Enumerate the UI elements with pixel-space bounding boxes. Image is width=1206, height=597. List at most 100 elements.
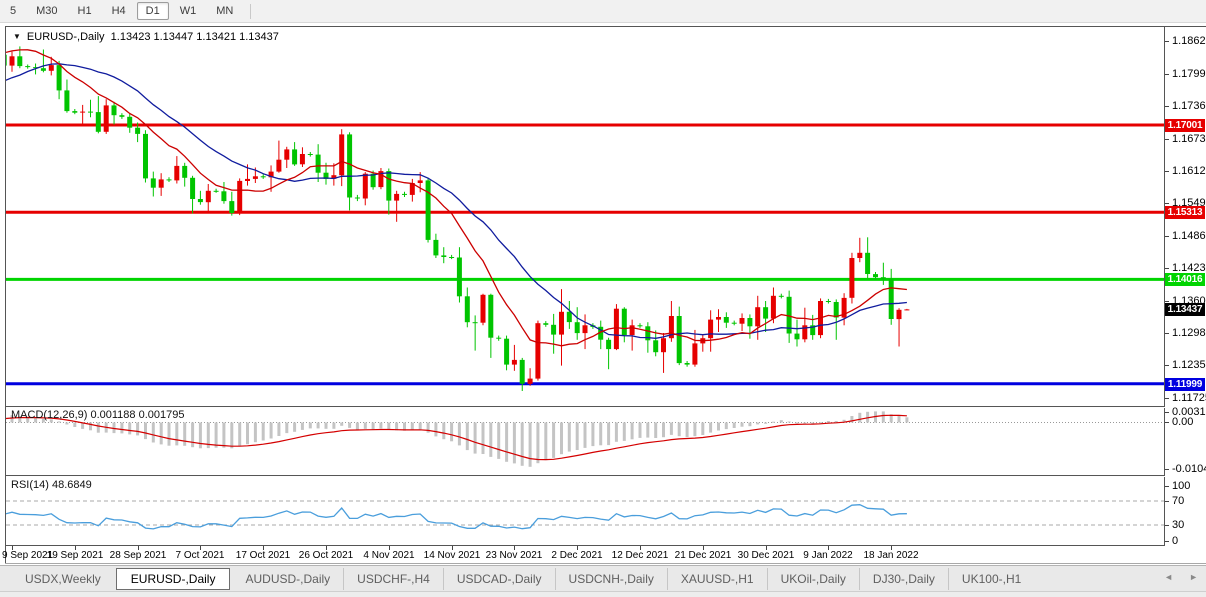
macd-bar	[599, 423, 602, 446]
macd-bar	[65, 423, 68, 425]
candle-body	[904, 309, 909, 310]
timeframe-button-d1[interactable]: D1	[137, 2, 169, 20]
price-label-tick	[1165, 301, 1169, 302]
chart-tab-usdx-weekly[interactable]: USDX,Weekly	[12, 568, 114, 590]
macd-bar	[646, 423, 649, 438]
candle-body	[543, 323, 548, 325]
macd-bar	[73, 423, 76, 428]
candle-body	[371, 174, 376, 188]
macd-bar	[144, 423, 147, 440]
date-label: 14 Nov 2021	[424, 550, 481, 561]
macd-axis-label-tick	[1165, 422, 1169, 423]
macd-bar	[191, 423, 194, 448]
macd-bar	[419, 423, 422, 430]
candle-body	[229, 201, 234, 213]
candle-body	[198, 199, 203, 202]
macd-bar	[175, 423, 178, 446]
tab-scroll-right-icon[interactable]: ►	[1189, 572, 1198, 582]
timeframe-button-m30[interactable]: M30	[27, 2, 66, 20]
candle-body	[606, 340, 611, 349]
window-border-bottom	[5, 563, 1206, 564]
candle-body	[363, 174, 368, 199]
candle-body	[724, 317, 729, 323]
timeframe-button-5[interactable]: 5	[1, 2, 25, 20]
candle-body	[276, 160, 281, 172]
macd-bar	[246, 423, 249, 445]
chart-tab-usdcnh-daily[interactable]: USDCNH-,Daily	[555, 568, 667, 590]
candle-body	[897, 310, 902, 319]
candle-body	[653, 340, 658, 352]
chart-tab-ukoil-daily[interactable]: UKOil-,Daily	[767, 568, 859, 590]
price-label: 1.16120	[1172, 165, 1206, 177]
macd-bar	[183, 423, 186, 446]
candle-body	[316, 155, 321, 173]
candle-body	[465, 296, 470, 322]
candle-body	[221, 191, 226, 201]
timeframe-button-w1[interactable]: W1	[171, 2, 206, 20]
macd-bar	[199, 423, 202, 449]
candle-body	[237, 181, 242, 213]
macd-bar	[356, 423, 359, 430]
timeframe-toolbar: 5M30H1H4D1W1MN	[0, 0, 1206, 23]
timeframe-button-h1[interactable]: H1	[69, 2, 101, 20]
macd-bar	[678, 423, 681, 437]
macd-bar	[364, 423, 367, 429]
candle-body	[80, 112, 85, 113]
macd-bar	[332, 423, 335, 429]
timeframe-button-h4[interactable]: H4	[103, 2, 135, 20]
candle-body	[449, 257, 454, 258]
candle-body	[253, 176, 258, 179]
rsi-canvas[interactable]	[6, 477, 1164, 545]
candle-body	[441, 255, 446, 257]
macd-bar	[686, 423, 689, 438]
macd-bar	[340, 423, 343, 426]
macd-bar	[411, 423, 414, 431]
macd-axis-label: 0.00	[1172, 416, 1193, 428]
macd-bar	[552, 423, 555, 458]
macd-bar	[568, 423, 571, 452]
symbol-dropdown-icon[interactable]: ▼	[13, 32, 21, 41]
tab-scroll-left-icon[interactable]: ◄	[1164, 572, 1173, 582]
candle-body	[488, 295, 493, 338]
chart-tab-xauusd-h1[interactable]: XAUUSD-,H1	[667, 568, 767, 590]
main-chart-canvas[interactable]	[6, 27, 1164, 406]
candle-body	[732, 323, 737, 324]
price-scale[interactable]: 1.186251.179951.173651.167351.161201.154…	[1165, 27, 1206, 563]
date-label: 17 Oct 2021	[236, 550, 290, 561]
chart-tab-dj30-daily[interactable]: DJ30-,Daily	[859, 568, 948, 590]
candle-body	[174, 166, 179, 181]
chart-tab-usdcad-daily[interactable]: USDCAD-,Daily	[443, 568, 555, 590]
chart-tab-uk100-h1[interactable]: UK100-,H1	[948, 568, 1034, 590]
macd-bar	[120, 423, 123, 434]
timeframe-button-mn[interactable]: MN	[207, 2, 242, 20]
macd-bar	[536, 423, 539, 464]
candle-body	[622, 309, 627, 335]
candle-body	[355, 198, 360, 199]
tab-scroll-arrows: ◄ ►	[1164, 572, 1198, 582]
candle-body	[771, 296, 776, 319]
chart-tab-audusd-daily[interactable]: AUDUSD-,Daily	[232, 568, 343, 590]
candle-body	[481, 295, 486, 323]
date-axis[interactable]: 9 Sep 202119 Sep 202128 Sep 20217 Oct 20…	[6, 546, 1164, 563]
price-label-tick	[1165, 236, 1169, 237]
macd-bar	[764, 423, 767, 424]
macd-bar	[607, 423, 610, 446]
price-badge-1.15313: 1.15313	[1165, 206, 1205, 219]
price-label: 1.12985	[1172, 327, 1206, 339]
date-label: 2 Dec 2021	[551, 550, 602, 561]
macd-bar	[372, 423, 375, 430]
candle-body	[763, 307, 768, 318]
current-price-badge: 1.13437	[1165, 303, 1205, 316]
candle-body	[6, 55, 7, 66]
price-badge-1.17001: 1.17001	[1165, 119, 1205, 132]
chart-tab-usdchf-h4[interactable]: USDCHF-,H4	[343, 568, 443, 590]
macd-bar	[466, 423, 469, 451]
price-label-tick	[1165, 139, 1169, 140]
chart-tab-eurusd-daily[interactable]: EURUSD-,Daily	[116, 568, 231, 590]
macd-bar	[489, 423, 492, 457]
candle-body	[25, 66, 30, 67]
macd-bar	[482, 423, 485, 455]
candle-body	[190, 178, 195, 199]
candle-body	[143, 134, 148, 179]
macd-bar	[544, 423, 547, 461]
